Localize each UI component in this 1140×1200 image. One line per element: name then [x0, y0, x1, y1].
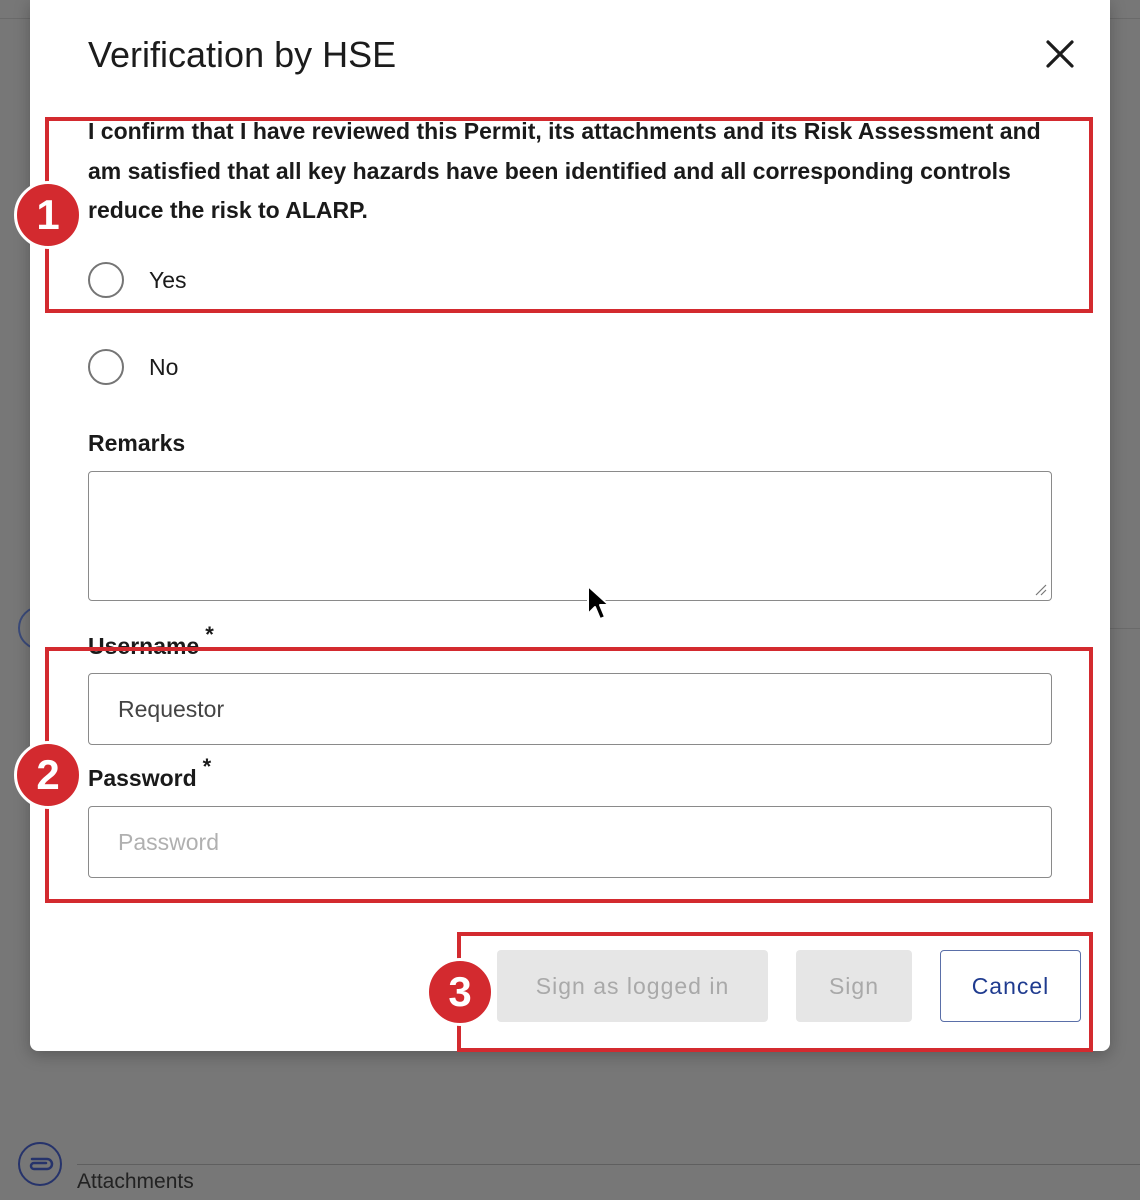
password-label-text: Password: [88, 765, 197, 791]
remarks-textarea[interactable]: [88, 471, 1052, 601]
close-button[interactable]: [1042, 36, 1078, 72]
radio-no[interactable]: No: [88, 349, 178, 385]
radio-yes-circle[interactable]: [88, 262, 124, 298]
close-icon: [1046, 40, 1074, 68]
paperclip-icon[interactable]: [18, 1142, 62, 1186]
username-label-text: Username: [88, 633, 200, 659]
annotation-badge-1: 1: [14, 181, 82, 249]
username-input[interactable]: [88, 673, 1052, 745]
username-label: Username *: [88, 622, 214, 660]
mouse-cursor-icon: [587, 585, 610, 620]
cancel-button[interactable]: Cancel: [940, 950, 1081, 1022]
attachments-label: Attachments: [77, 1170, 194, 1193]
background-divider: [77, 1164, 1140, 1165]
password-input[interactable]: [88, 806, 1052, 878]
password-label: Password *: [88, 754, 211, 792]
confirmation-statement: I confirm that I have reviewed this Perm…: [88, 118, 1041, 223]
resize-grip-icon[interactable]: [1033, 582, 1047, 596]
dialog-title: Verification by HSE: [88, 34, 397, 75]
sign-button[interactable]: Sign: [796, 950, 912, 1022]
radio-yes[interactable]: Yes: [88, 262, 187, 298]
annotation-badge-2: 2: [14, 741, 82, 809]
annotation-badge-3: 3: [426, 958, 494, 1026]
verification-dialog: Verification by HSE I confirm that I hav…: [30, 0, 1110, 1051]
username-required-mark: *: [205, 622, 214, 647]
password-required-mark: *: [202, 754, 212, 779]
radio-yes-label: Yes: [149, 266, 187, 293]
radio-no-circle[interactable]: [88, 349, 124, 385]
radio-no-label: No: [149, 353, 179, 380]
background-divider: [1110, 628, 1140, 629]
sign-as-logged-in-button[interactable]: Sign as logged in: [497, 950, 768, 1022]
remarks-label: Remarks: [88, 430, 186, 456]
